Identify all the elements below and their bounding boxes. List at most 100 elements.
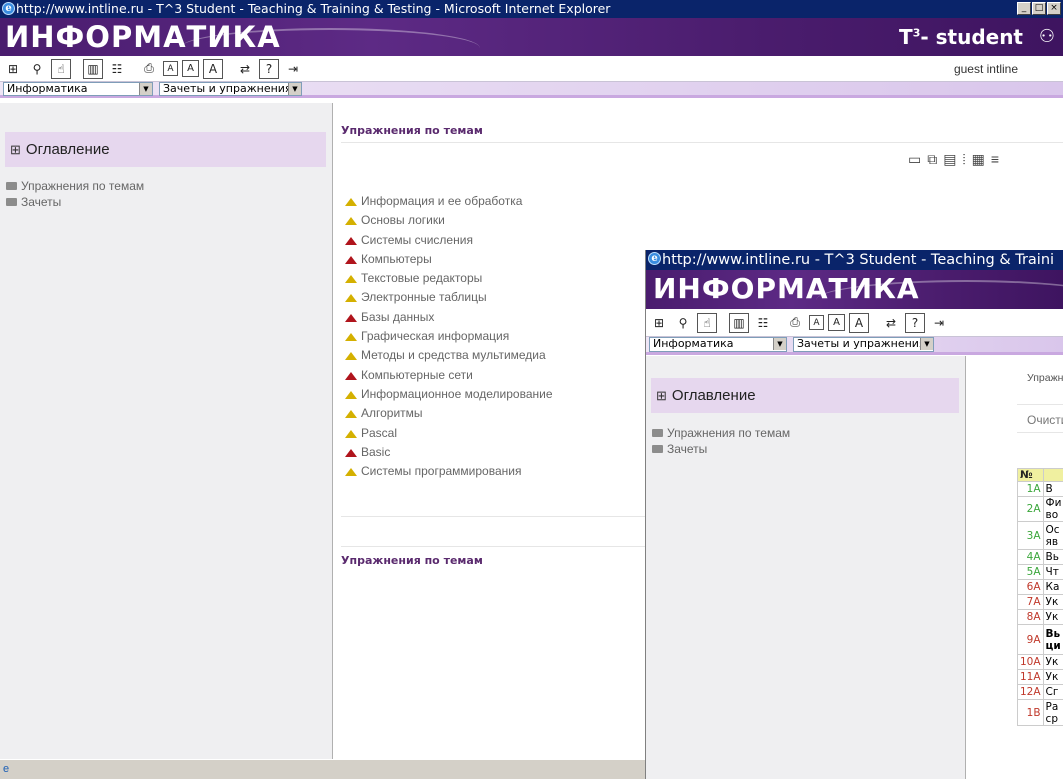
topic-item[interactable]: Базы данных xyxy=(345,308,553,327)
columns-icon[interactable]: ▥ xyxy=(83,58,103,79)
table-row[interactable]: 12А Сг xyxy=(1017,684,1063,700)
table-row[interactable]: 11А Ук xyxy=(1017,669,1063,685)
triangle-icon xyxy=(345,410,357,419)
triangle-icon xyxy=(345,255,357,264)
search-icon[interactable]: ⚲ xyxy=(27,58,47,79)
help-icon[interactable]: ? xyxy=(905,312,925,333)
topic-item[interactable]: Электронные таблицы xyxy=(345,288,553,307)
topic-item[interactable]: Basic xyxy=(345,443,553,462)
grid-view-icon[interactable]: ▦ xyxy=(972,151,985,168)
tree-item-exercises[interactable]: Упражнения по темам xyxy=(6,178,144,194)
section-select[interactable]: Зачеты и упражнения ▼ xyxy=(159,81,302,96)
row-number: 4А xyxy=(1017,549,1044,565)
topic-item[interactable]: Графическая информация xyxy=(345,327,553,346)
search-icon[interactable]: ⚲ xyxy=(673,312,693,333)
tree-item-tests[interactable]: Зачеты xyxy=(652,441,790,457)
font-large-icon[interactable]: A xyxy=(849,312,869,333)
folder-icon xyxy=(652,445,663,453)
divider xyxy=(1017,432,1063,433)
print-icon[interactable]: ⎙ xyxy=(785,312,805,333)
second-title-bar[interactable]: e http://www.intline.ru - T^3 Student - … xyxy=(646,250,1063,270)
font-large-icon[interactable]: A xyxy=(203,58,223,79)
swap-icon[interactable]: ⇄ xyxy=(881,312,901,333)
font-medium-icon[interactable]: A xyxy=(182,60,199,77)
folder-icon xyxy=(6,198,17,206)
tree-item-label: Упражнения по темам xyxy=(667,426,791,440)
second-section-title: Упражн xyxy=(1027,372,1063,384)
help-icon[interactable]: ? xyxy=(259,58,279,79)
pointer-icon[interactable]: ☝ xyxy=(51,58,71,79)
subject-select[interactable]: Информатика ▼ xyxy=(3,81,153,96)
close-button[interactable]: × xyxy=(1047,2,1061,15)
columns-view-icon[interactable]: ⦙ xyxy=(962,151,965,168)
columns-icon[interactable]: ▥ xyxy=(729,312,749,333)
pointer-icon[interactable]: ☝ xyxy=(697,312,717,333)
minimize-button[interactable]: _ xyxy=(1017,2,1031,15)
footer-section-title: Упражнения по темам xyxy=(341,554,483,567)
chevron-down-icon[interactable]: ▼ xyxy=(139,82,152,95)
swap-icon[interactable]: ⇄ xyxy=(235,58,255,79)
topic-list: Информация и ее обработка Основы логики … xyxy=(345,192,553,481)
table-row[interactable]: 4А Вь xyxy=(1017,549,1063,565)
topic-item[interactable]: Pascal xyxy=(345,424,553,443)
table-row[interactable]: 10А Ук xyxy=(1017,654,1063,670)
triangle-icon xyxy=(345,429,357,438)
exit-icon[interactable]: ⇥ xyxy=(283,58,303,79)
table-row[interactable]: 9А Вь ци xyxy=(1017,624,1063,655)
table-row[interactable]: 6А Ка xyxy=(1017,579,1063,595)
table-row[interactable]: 1А В xyxy=(1017,481,1063,497)
list-view-icon[interactable]: ▤ xyxy=(943,151,956,168)
single-window-icon[interactable]: ▭ xyxy=(908,151,921,168)
font-small-icon[interactable]: A xyxy=(809,315,824,330)
tree-item-label: Зачеты xyxy=(667,442,708,456)
table-row[interactable]: 5А Чт xyxy=(1017,564,1063,580)
chevron-down-icon[interactable]: ▼ xyxy=(773,338,786,350)
chevron-down-icon[interactable]: ▼ xyxy=(920,338,933,350)
subject-select[interactable]: Информатика ▼ xyxy=(649,337,787,352)
topic-item[interactable]: Основы логики xyxy=(345,211,553,230)
toc-header: ⊞ Оглавление xyxy=(5,132,326,167)
topic-label: Basic xyxy=(361,444,391,459)
site-logo: ИНФОРМАТИКА xyxy=(5,20,281,54)
font-small-icon[interactable]: A xyxy=(163,61,178,76)
users-icon[interactable]: ☷ xyxy=(107,58,127,79)
brand-name: student xyxy=(935,25,1023,49)
second-window[interactable]: e http://www.intline.ru - T^3 Student - … xyxy=(645,250,1063,779)
toc-icon[interactable]: ⊞ xyxy=(3,58,23,79)
print-icon[interactable]: ⎙ xyxy=(139,58,159,79)
tree-item-exercises[interactable]: Упражнения по темам xyxy=(652,425,790,441)
topic-item[interactable]: Компьютерные сети xyxy=(345,366,553,385)
exit-icon[interactable]: ⇥ xyxy=(929,312,949,333)
font-medium-icon[interactable]: A xyxy=(828,314,845,331)
triangle-icon xyxy=(345,352,357,361)
section-select[interactable]: Зачеты и упражнения ▼ xyxy=(793,337,934,352)
topic-item[interactable]: Системы счисления xyxy=(345,231,553,250)
multi-window-icon[interactable]: ⧉ xyxy=(927,151,937,168)
table-row[interactable]: 2А Фи во xyxy=(1017,496,1063,522)
topic-item[interactable]: Текстовые редакторы xyxy=(345,269,553,288)
toc-icon[interactable]: ⊞ xyxy=(649,312,669,333)
table-row[interactable]: 8А Ук xyxy=(1017,609,1063,625)
topic-item[interactable]: Информация и ее обработка xyxy=(345,192,553,211)
row-text: Ра ср xyxy=(1042,699,1063,726)
topic-item[interactable]: Компьютеры xyxy=(345,250,553,269)
table-row[interactable]: 3А Ос яв xyxy=(1017,521,1063,550)
user-name: guest intline xyxy=(953,62,1018,76)
chevron-down-icon[interactable]: ▼ xyxy=(288,82,301,95)
topic-item[interactable]: Алгоритмы xyxy=(345,404,553,423)
maximize-button[interactable]: □ xyxy=(1032,2,1046,15)
clear-link[interactable]: Очисти xyxy=(1027,413,1063,427)
main-title-bar[interactable]: e http://www.intline.ru - T^3 Student - … xyxy=(0,0,1063,18)
table-row[interactable]: 7А Ук xyxy=(1017,594,1063,610)
second-selector-bar: Информатика ▼ Зачеты и упражнения ▼ xyxy=(646,337,1063,355)
users-icon[interactable]: ☷ xyxy=(753,312,773,333)
table-row[interactable]: 1В Ра ср xyxy=(1017,699,1063,726)
topic-item[interactable]: Информационное моделирование xyxy=(345,385,553,404)
topic-item[interactable]: Методы и средства мультимедиа xyxy=(345,346,553,365)
tree-item-tests[interactable]: Зачеты xyxy=(6,194,144,210)
section-title: Упражнения по темам xyxy=(341,124,483,137)
details-view-icon[interactable]: ≡ xyxy=(991,151,999,168)
triangle-icon xyxy=(345,468,357,477)
topic-item[interactable]: Системы программирования xyxy=(345,462,553,481)
row-text: Ук xyxy=(1042,669,1063,685)
